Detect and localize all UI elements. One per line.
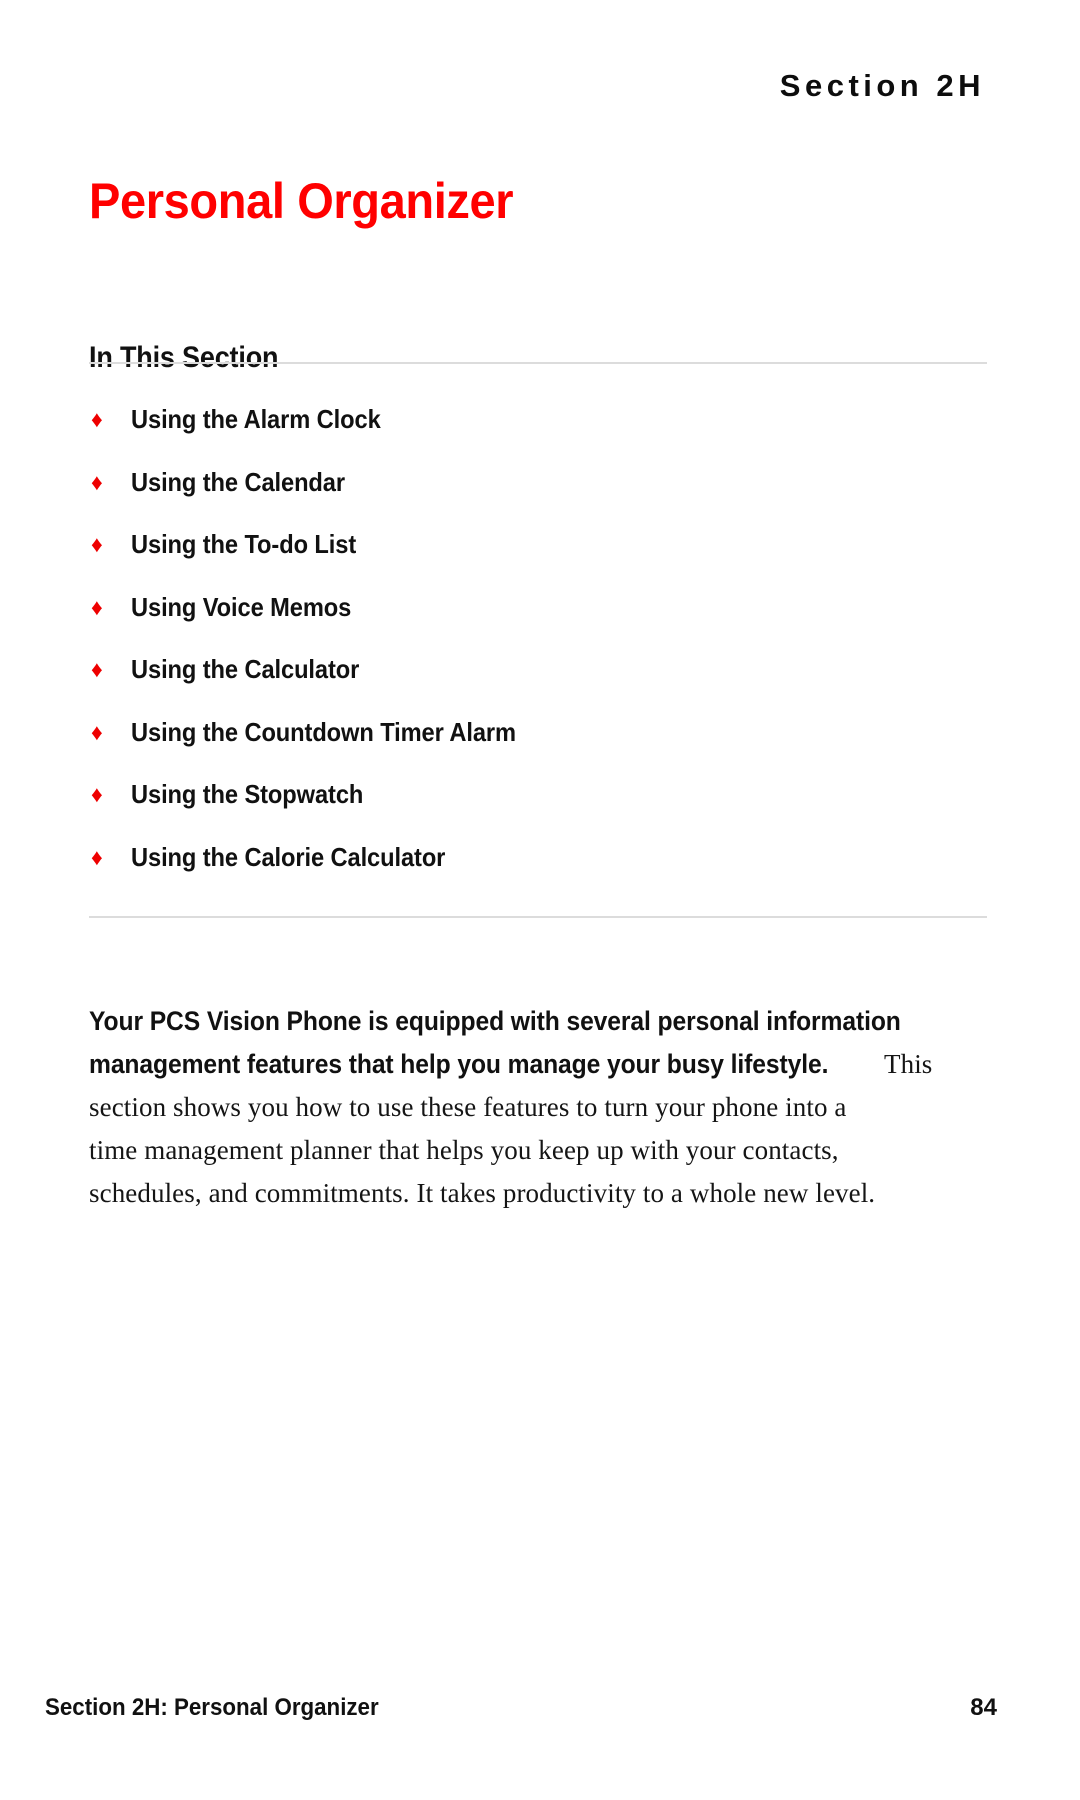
- intro-body-text: time management planner that helps you k…: [89, 1135, 839, 1165]
- list-item-label: Using the To-do List: [131, 529, 357, 559]
- intro-line: time management planner that helps you k…: [89, 1129, 991, 1172]
- intro-body-text: section shows you how to use these featu…: [89, 1092, 847, 1122]
- diamond-bullet-icon: ♦: [91, 593, 103, 620]
- intro-body-text: This: [884, 1049, 933, 1079]
- in-this-section-list: ♦ Using the Alarm Clock ♦ Using the Cale…: [89, 404, 987, 904]
- intro-lead-text: Your PCS Vision Phone is equipped with s…: [89, 1006, 901, 1036]
- diamond-bullet-icon: ♦: [91, 406, 103, 432]
- list-item-label: Using the Stopwatch: [131, 779, 364, 809]
- diamond-bullet-icon: ♦: [91, 531, 103, 557]
- list-item[interactable]: ♦ Using Voice Memos: [89, 592, 987, 655]
- intro-paragraph: Your PCS Vision Phone is equipped with s…: [89, 1000, 991, 1215]
- page-footer: Section 2H: Personal Organizer 84: [45, 1694, 997, 1722]
- diamond-bullet-icon: ♦: [91, 781, 103, 807]
- manual-page: Section 2H Personal Organizer In This Se…: [0, 0, 1080, 1800]
- intro-line: schedules, and commitments. It takes pro…: [89, 1172, 991, 1215]
- list-item[interactable]: ♦ Using the Calculator: [89, 654, 987, 717]
- divider-top: [89, 362, 987, 364]
- list-item-label: Using the Calendar: [131, 466, 345, 497]
- list-item[interactable]: ♦ Using the Calendar: [89, 467, 987, 530]
- list-item-label: Using the Countdown Timer Alarm: [131, 716, 516, 747]
- intro-line: section shows you how to use these featu…: [89, 1086, 991, 1129]
- intro-lead-text: management features that help you manage…: [89, 1049, 829, 1079]
- diamond-bullet-icon: ♦: [91, 468, 103, 495]
- diamond-bullet-icon: ♦: [91, 843, 103, 870]
- intro-line: Your PCS Vision Phone is equipped with s…: [89, 1000, 991, 1043]
- footer-page-number: 84: [970, 1694, 997, 1721]
- page-title: Personal Organizer: [89, 172, 514, 229]
- diamond-bullet-icon: ♦: [91, 718, 103, 745]
- diamond-bullet-icon: ♦: [91, 656, 103, 682]
- list-item-label: Using the Alarm Clock: [131, 404, 381, 434]
- intro-body-text: schedules, and commitments. It takes pro…: [89, 1178, 876, 1208]
- divider-bottom: [89, 916, 987, 918]
- list-item[interactable]: ♦ Using the Stopwatch: [89, 779, 987, 842]
- in-this-section-heading: In This Section: [89, 340, 279, 374]
- list-item-label: Using the Calorie Calculator: [131, 841, 446, 872]
- list-item[interactable]: ♦ Using the To-do List: [89, 529, 987, 592]
- intro-line: management features that help you manage…: [89, 1043, 991, 1086]
- list-item[interactable]: ♦ Using the Calorie Calculator: [89, 842, 987, 905]
- list-item[interactable]: ♦ Using the Countdown Timer Alarm: [89, 717, 987, 780]
- footer-section-label: Section 2H: Personal Organizer: [45, 1694, 379, 1721]
- list-item-label: Using Voice Memos: [131, 591, 352, 622]
- list-item-label: Using the Calculator: [131, 654, 360, 684]
- list-item[interactable]: ♦ Using the Alarm Clock: [89, 404, 987, 467]
- running-head-section: Section 2H: [779, 68, 985, 103]
